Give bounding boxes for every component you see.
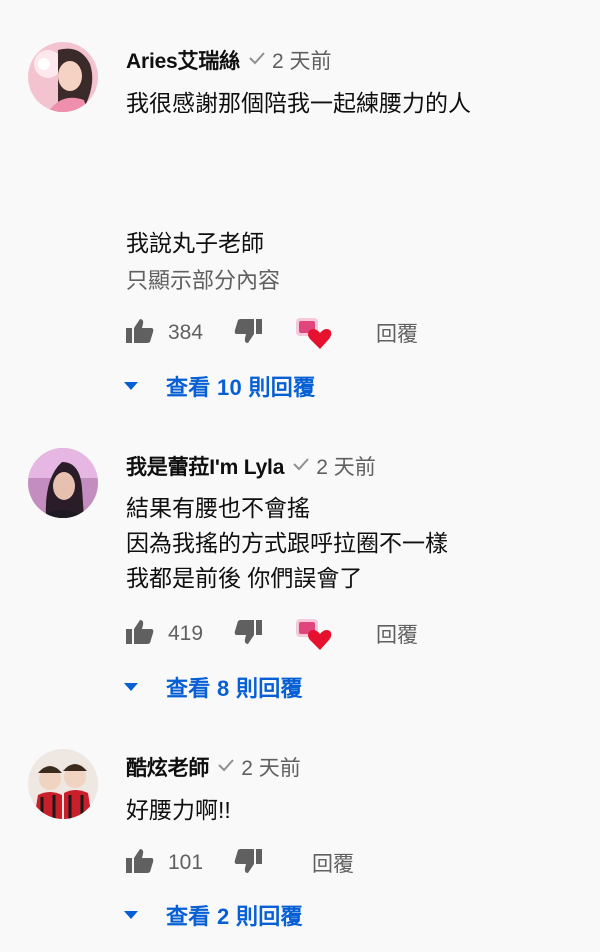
comment-header: Aries艾瑞絲 2 天前 [126, 45, 331, 75]
avatar[interactable] [28, 42, 98, 112]
thumb-up-icon [126, 318, 154, 349]
caret-down-icon [124, 911, 138, 919]
thumb-up-icon [126, 619, 154, 650]
like-button[interactable]: 101 [126, 845, 203, 881]
author-name[interactable]: 我是蕾菈I'm Lyla [126, 451, 284, 481]
like-count: 419 [168, 622, 204, 645]
dislike-button[interactable] [234, 315, 262, 351]
view-replies-button[interactable]: 查看 2 則回覆 [124, 898, 303, 932]
avatar[interactable] [28, 749, 98, 819]
reply-label: 回覆 [312, 853, 354, 876]
dislike-button[interactable] [234, 616, 262, 652]
like-count: 101 [168, 851, 204, 874]
creator-heart-badge [296, 315, 332, 351]
comment-thread: 我是蕾菈I'm Lyla 2 天前 結果有腰也不會搖 因為我搖的方式跟呼拉圈不一… [0, 420, 600, 720]
reply-label: 回覆 [376, 624, 418, 647]
view-replies-button[interactable]: 查看 8 則回覆 [124, 670, 303, 704]
comment-thread: 酷炫老師 2 天前 好腰力啊!! 101 回覆 查看 2 則回覆 [0, 720, 600, 952]
view-replies-button[interactable]: 查看 10 則回覆 [124, 369, 315, 403]
check-icon [248, 51, 266, 70]
avatar[interactable] [28, 448, 98, 518]
comment-text-line: 我很感謝那個陪我一起練腰力的人 [126, 90, 471, 116]
thumb-up-icon [126, 848, 154, 879]
comment-text-line: 因為我搖的方式跟呼拉圈不一樣 [126, 530, 448, 556]
comment-thread: Aries艾瑞絲 2 天前 我很感謝那個陪我一起練腰力的人 我說丸子老師 只顯示… [0, 0, 600, 420]
view-replies-label: 查看 8 則回覆 [166, 676, 303, 701]
reply-button[interactable]: 回覆 [376, 315, 418, 351]
view-replies-label: 查看 2 則回覆 [166, 904, 303, 929]
comment-text-line: 我說丸子老師 [126, 230, 264, 256]
comment-time[interactable]: 2 天前 [241, 752, 301, 782]
reply-button[interactable]: 回覆 [312, 845, 354, 881]
comment-header: 我是蕾菈I'm Lyla 2 天前 [126, 451, 376, 481]
comment-time[interactable]: 2 天前 [316, 451, 376, 481]
reply-label: 回覆 [376, 323, 418, 346]
read-more-link[interactable]: 只顯示部分內容 [126, 266, 280, 296]
comment-text-line: 結果有腰也不會搖 [126, 495, 310, 521]
comment-actions: 419 回覆 [126, 616, 566, 652]
author-name[interactable]: Aries艾瑞絲 [126, 45, 240, 75]
caret-down-icon [124, 683, 138, 691]
reply-button[interactable]: 回覆 [376, 616, 418, 652]
thumb-down-icon [234, 848, 262, 879]
heart-icon [296, 318, 332, 349]
heart-icon [296, 619, 332, 650]
like-button[interactable]: 419 [126, 616, 203, 652]
author-name[interactable]: 酷炫老師 [126, 752, 209, 782]
check-icon [217, 758, 235, 777]
comment-text-line: 好腰力啊!! [126, 797, 231, 823]
creator-heart-badge [296, 616, 332, 652]
comment-header: 酷炫老師 2 天前 [126, 752, 301, 782]
comment-actions: 384 回覆 [126, 315, 566, 351]
thumb-down-icon [234, 318, 262, 349]
check-icon [292, 457, 310, 476]
caret-down-icon [124, 382, 138, 390]
comment-actions: 101 回覆 [126, 845, 566, 881]
comment-time[interactable]: 2 天前 [272, 45, 332, 75]
dislike-button[interactable] [234, 845, 262, 881]
view-replies-label: 查看 10 則回覆 [166, 375, 316, 400]
like-count: 384 [168, 321, 204, 344]
like-button[interactable]: 384 [126, 315, 203, 351]
comment-text-line: 我都是前後 你們誤會了 [126, 565, 363, 591]
thumb-down-icon [234, 619, 262, 650]
